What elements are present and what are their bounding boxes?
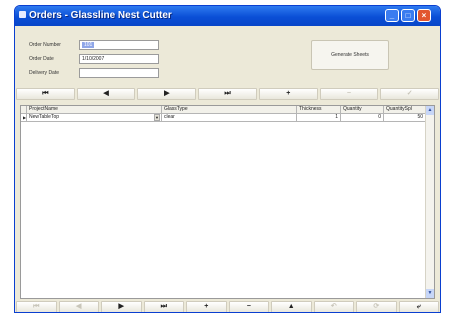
next-record-button-bottom[interactable]: ▶: [101, 301, 142, 312]
order-number-value: 101: [82, 42, 95, 48]
delivery-date-label: Delivery Date: [29, 70, 60, 76]
refresh-button-bottom[interactable]: ⟳: [356, 301, 397, 312]
first-record-icon: ⏮: [33, 303, 40, 310]
record-navigation-top: ⏮ ◀ ▶ ⏭ + − ✓: [15, 88, 440, 101]
previous-record-icon: ◀: [103, 90, 109, 97]
add-record-button-bottom[interactable]: +: [186, 301, 227, 312]
projectname-value: NewTableTop: [29, 114, 60, 120]
add-record-icon: +: [286, 90, 291, 97]
minimize-button[interactable]: _: [385, 9, 399, 22]
title-bar[interactable]: Orders - Glassline Nest Cutter _ □ ×: [15, 6, 440, 26]
delete-record-icon: −: [346, 90, 351, 97]
scroll-up-icon[interactable]: ▲: [426, 106, 434, 115]
last-record-icon: ⏭: [224, 90, 231, 97]
first-record-icon: ⏮: [42, 90, 49, 97]
order-date-label: Order Date: [29, 56, 54, 62]
next-record-button-top[interactable]: ▶: [137, 88, 197, 100]
grid-vertical-scrollbar[interactable]: ▲ ▼: [425, 106, 434, 298]
order-date-field[interactable]: 1/10/2007: [79, 54, 159, 64]
save-record-icon: ▲: [287, 303, 295, 310]
glasstype-cell[interactable]: clear: [162, 114, 297, 122]
previous-record-button-bottom[interactable]: ◀: [58, 301, 99, 312]
save-record-button-bottom[interactable]: ▲: [271, 301, 312, 312]
add-record-icon: +: [204, 303, 209, 310]
next-record-icon: ▶: [164, 90, 170, 97]
undo-button-bottom[interactable]: ↶: [313, 301, 354, 312]
chevron-down-icon[interactable]: ▼: [154, 114, 160, 121]
delivery-date-field[interactable]: [79, 68, 159, 78]
scroll-down-icon[interactable]: ▼: [426, 289, 434, 298]
window-title: Orders - Glassline Nest Cutter: [29, 10, 172, 21]
grid-options-icon: ⤶: [416, 303, 421, 310]
maximize-button[interactable]: □: [401, 9, 415, 22]
projectname-cell[interactable]: NewTableTop ▼: [27, 114, 162, 122]
record-navigation-bottom: ⏮ ◀ ▶ ⏭ + − ▲ ↶ ⟳ ⤶: [15, 301, 440, 312]
first-record-button-bottom[interactable]: ⏮: [16, 301, 57, 312]
add-record-button-top[interactable]: +: [258, 88, 318, 100]
last-record-button-bottom[interactable]: ⏭: [143, 301, 184, 312]
quantityspl-cell[interactable]: 50: [384, 114, 426, 122]
column-header-quantity[interactable]: Quantity: [341, 106, 384, 114]
order-number-label: Order Number: [29, 42, 61, 48]
undo-icon: ↶: [330, 303, 337, 310]
form-icon: [19, 11, 26, 18]
thickness-cell[interactable]: 1: [297, 114, 341, 122]
grid-options-button-bottom[interactable]: ⤶: [398, 301, 439, 312]
delete-record-button-top[interactable]: −: [319, 88, 379, 100]
delete-record-icon: −: [246, 303, 251, 310]
last-record-icon: ⏭: [160, 303, 167, 310]
first-record-button-top[interactable]: ⏮: [16, 88, 75, 100]
previous-record-button-top[interactable]: ◀: [76, 88, 136, 100]
next-record-icon: ▶: [118, 303, 124, 310]
save-record-button-top[interactable]: ✓: [380, 88, 440, 100]
column-header-glasstype[interactable]: GlassType: [162, 106, 297, 114]
quantity-cell[interactable]: 0: [341, 114, 384, 122]
delete-record-button-bottom[interactable]: −: [228, 301, 269, 312]
order-number-field[interactable]: 101: [79, 40, 159, 50]
previous-record-icon: ◀: [76, 303, 82, 310]
last-record-button-top[interactable]: ⏭: [198, 88, 257, 100]
column-header-projectname[interactable]: ProjectName: [27, 106, 162, 114]
orders-window: Orders - Glassline Nest Cutter _ □ × Ord…: [14, 5, 441, 313]
generate-sheets-button[interactable]: Generate Sheets: [311, 40, 389, 70]
close-button[interactable]: ×: [417, 9, 431, 22]
order-form: Order Number 101 Order Date 1/10/2007 De…: [15, 26, 440, 312]
save-record-icon: ✓: [406, 90, 413, 97]
column-header-quantityspl[interactable]: QuantitySpl: [384, 106, 426, 114]
refresh-icon: ⟳: [373, 303, 380, 310]
column-header-thickness[interactable]: Thickness: [297, 106, 341, 114]
order-items-grid[interactable]: ProjectName GlassType Thickness Quantity…: [20, 105, 435, 299]
